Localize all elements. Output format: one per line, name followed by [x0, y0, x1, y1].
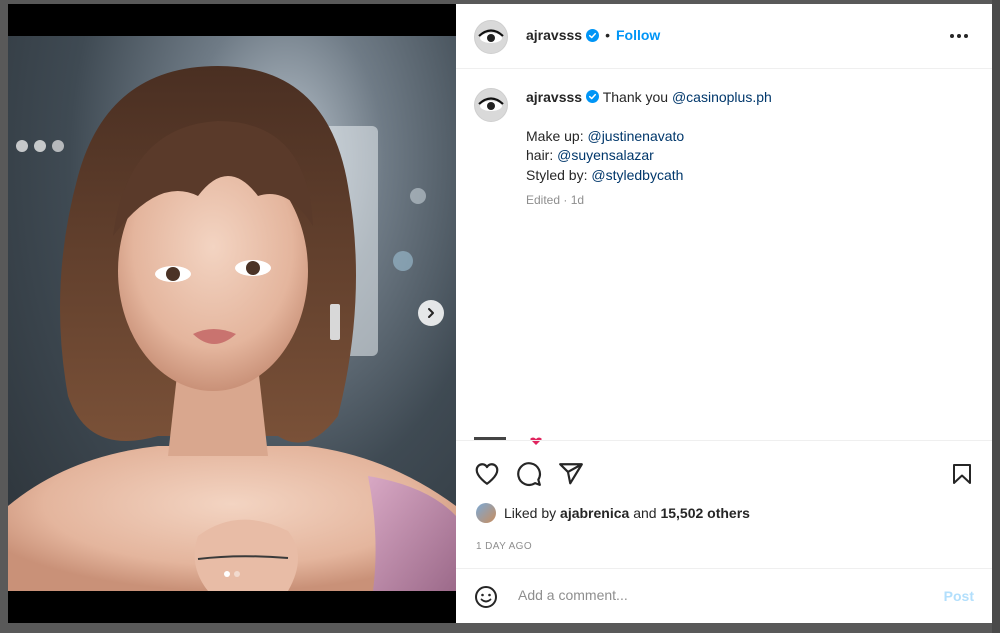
post-photo [8, 36, 456, 591]
caption-intro: Thank you [602, 89, 669, 105]
heart-icon[interactable] [474, 461, 500, 487]
likes-and: and [633, 505, 657, 521]
post-actions: Liked by ajabrenica and 15,502 others 1 … [456, 440, 992, 569]
verified-badge-icon [586, 90, 600, 103]
comment-bar: Post [456, 568, 992, 623]
hair-label: hair: [526, 147, 554, 163]
carousel-dot [234, 571, 240, 577]
mention-stylist[interactable]: @styledbycath [591, 167, 683, 183]
post-header: ajravsss • Follow [456, 4, 992, 69]
follow-button[interactable]: Follow [616, 27, 660, 43]
more-options-icon[interactable] [948, 26, 970, 46]
liker-avatar[interactable] [476, 503, 496, 523]
next-slide-button[interactable] [418, 300, 444, 326]
mention-makeup[interactable]: @justinenavato [587, 128, 684, 144]
share-icon[interactable] [558, 461, 584, 487]
likes-others[interactable]: 15,502 others [660, 505, 750, 521]
comment-input[interactable] [516, 586, 920, 604]
header-separator: • [605, 27, 610, 43]
post-media [8, 4, 456, 623]
verified-badge-icon [586, 28, 600, 42]
comment-icon[interactable] [516, 461, 542, 487]
caption-avatar[interactable] [474, 88, 508, 122]
post-timestamp: 1 DAY AGO [476, 541, 533, 552]
emoji-icon[interactable] [474, 585, 498, 609]
mention-hair[interactable]: @suyensalazar [557, 147, 654, 163]
backdrop [992, 0, 1000, 633]
liker-username[interactable]: ajabrenica [560, 505, 629, 521]
edited-timestamp: Edited · 1d [526, 193, 585, 207]
post-comment-button[interactable]: Post [944, 588, 974, 604]
makeup-label: Make up: [526, 127, 584, 144]
post-panel: ajravsss • Follow ajravsss Thank you @ca… [456, 4, 992, 623]
post-modal: ajravsss • Follow ajravsss Thank you @ca… [8, 4, 992, 623]
carousel-dots [224, 571, 240, 577]
next-arrow-icon [428, 308, 434, 318]
bookmark-icon[interactable] [950, 461, 974, 487]
avatar[interactable] [474, 20, 508, 54]
header-username[interactable]: ajravsss [526, 27, 582, 43]
caption-username[interactable]: ajravsss [526, 89, 582, 105]
carousel-dot [224, 571, 230, 577]
mention-sponsor[interactable]: @casinoplus.ph [672, 89, 772, 105]
post-caption: ajravsss Thank you @casinoplus.ph Make u… [526, 88, 966, 211]
likes-summary: Liked by ajabrenica and 15,502 others [476, 503, 750, 523]
styled-label: Styled by: [526, 166, 588, 183]
likes-prefix: Liked by [504, 505, 557, 521]
